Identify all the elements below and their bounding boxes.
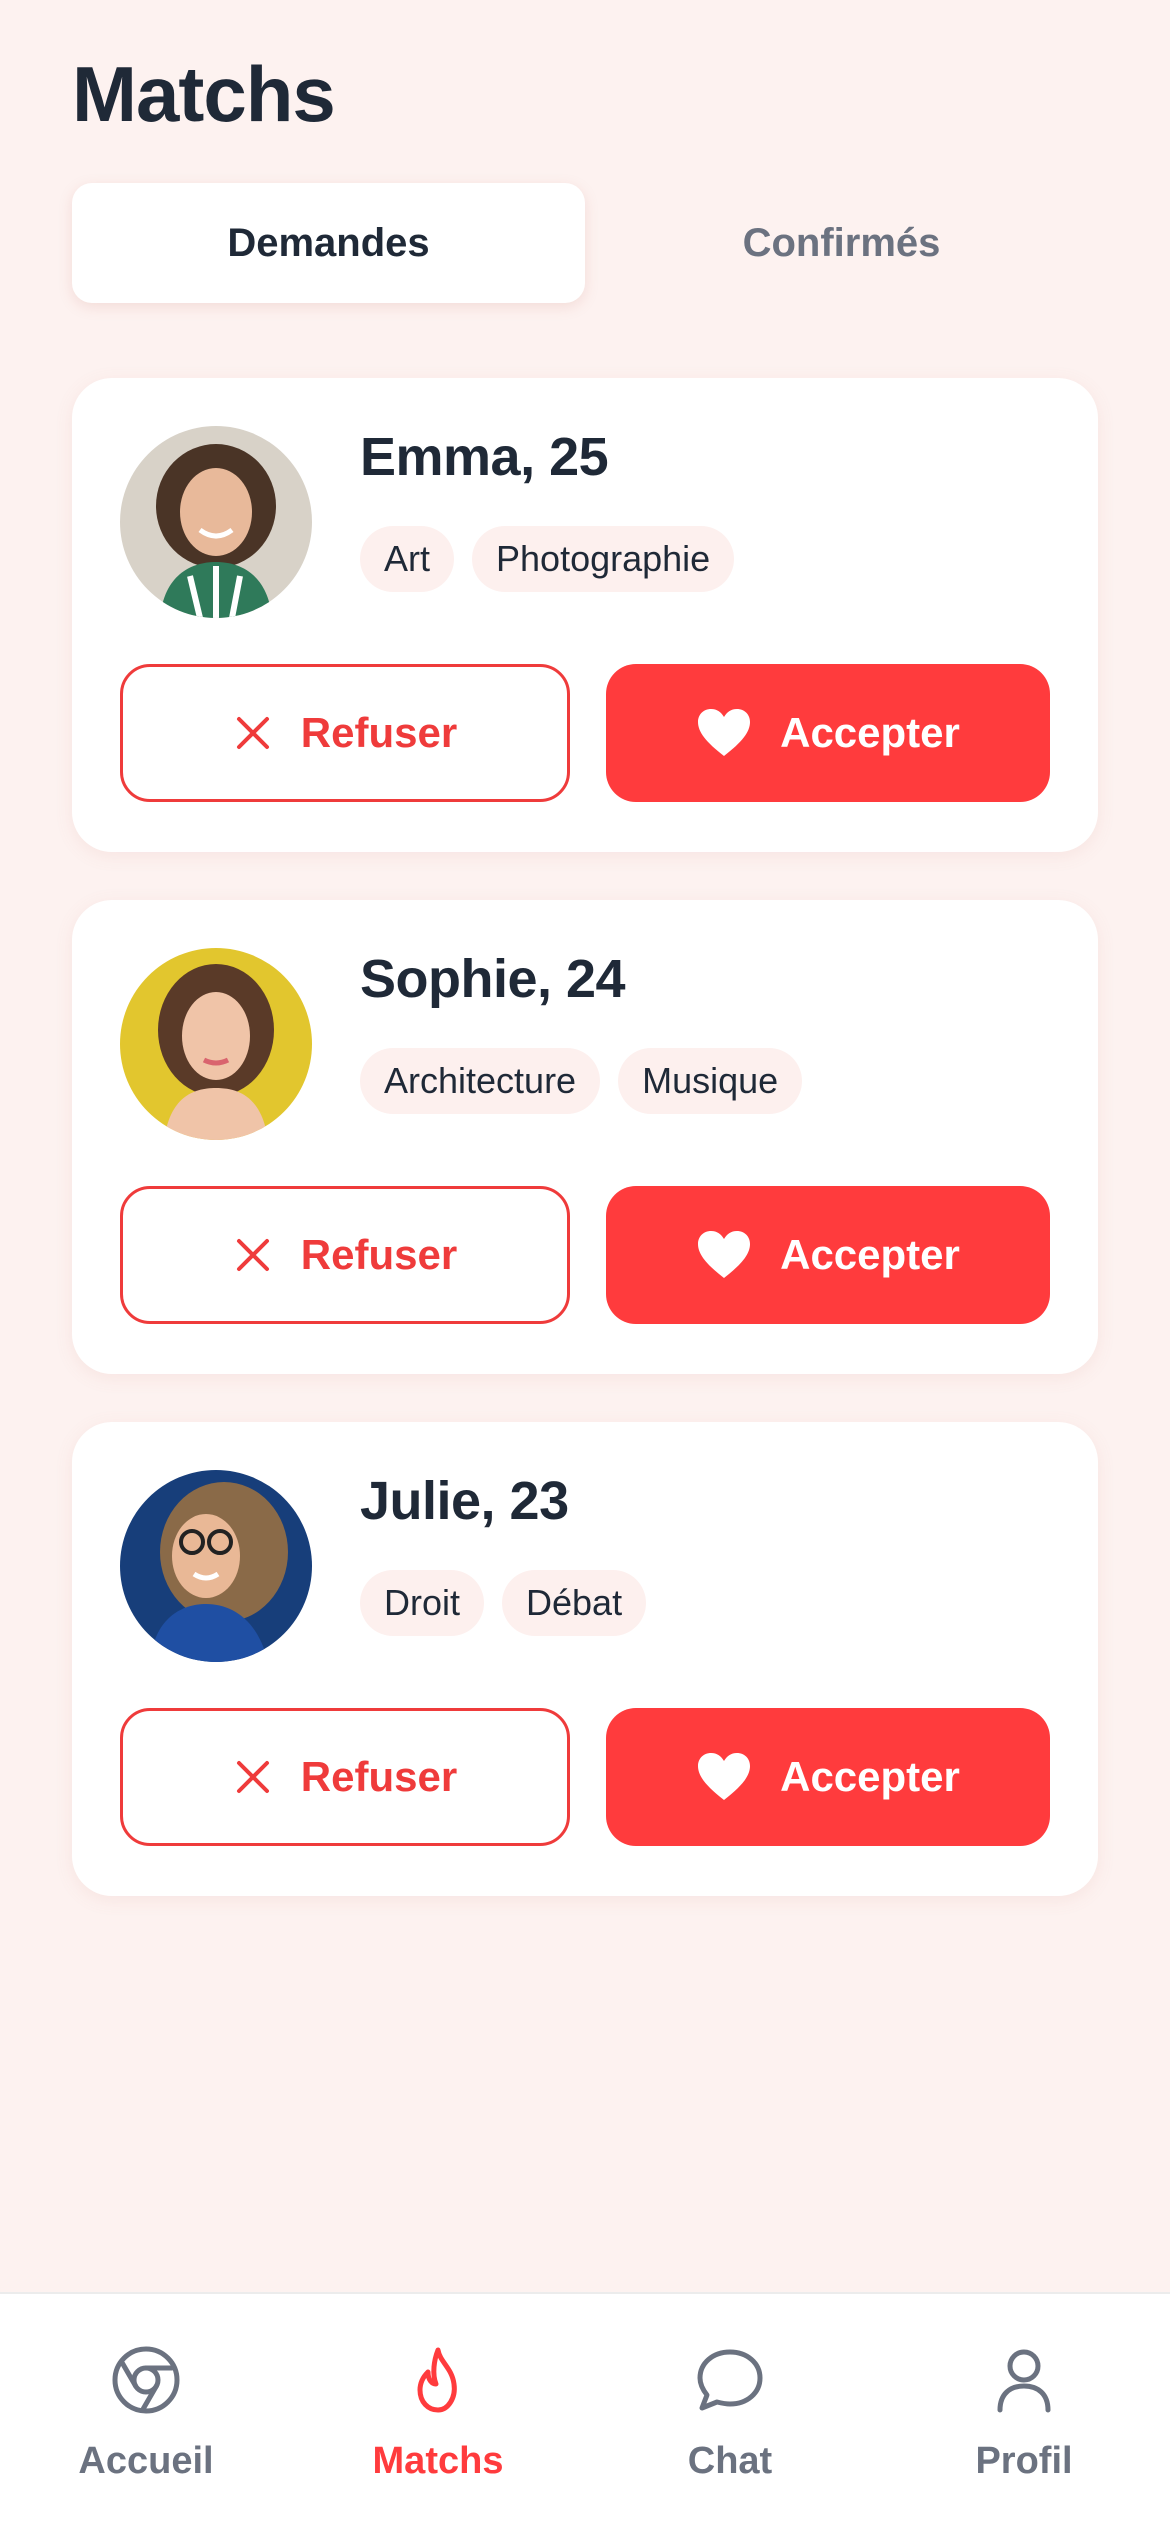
nav-item-accueil[interactable]: Accueil	[16, 2344, 276, 2483]
refuse-label: Refuser	[300, 1753, 458, 1800]
close-icon	[233, 1235, 273, 1275]
interest-tag: Droit	[360, 1570, 485, 1636]
interest-tag: Musique	[618, 1048, 803, 1114]
interest-tag: Débat	[502, 1570, 647, 1636]
refuse-label: Refuser	[300, 709, 458, 756]
interest-tags: Art Photographie	[360, 526, 735, 592]
page-title: Matchs	[72, 50, 336, 138]
nav-label: Profil	[975, 2440, 1073, 2482]
nav-item-matchs[interactable]: Matchs	[308, 2344, 568, 2483]
interest-tag: Architecture	[360, 1048, 601, 1114]
person-name: Emma, 25	[360, 427, 609, 487]
avatar[interactable]	[120, 426, 312, 618]
match-request-card: Emma, 25 Art Photographie Refuser Accept…	[72, 378, 1098, 852]
heart-icon	[696, 1752, 752, 1802]
refuse-button[interactable]: Refuser	[120, 664, 570, 802]
nav-item-profil[interactable]: Profil	[894, 2344, 1154, 2483]
close-icon	[233, 713, 273, 753]
home-icon	[110, 2344, 182, 2426]
person-name: Julie, 23	[360, 1471, 569, 1531]
interest-tags: Droit Débat	[360, 1570, 647, 1636]
close-icon	[233, 1757, 273, 1797]
interest-tags: Architecture Musique	[360, 1048, 803, 1114]
heart-icon	[696, 1230, 752, 1280]
heart-icon	[696, 708, 752, 758]
nav-label: Chat	[687, 2440, 773, 2482]
accept-label: Accepter	[780, 1231, 960, 1278]
flame-icon	[402, 2344, 474, 2426]
accept-button[interactable]: Accepter	[606, 1186, 1050, 1324]
refuse-button[interactable]: Refuser	[120, 1708, 570, 1846]
avatar[interactable]	[120, 948, 312, 1140]
refuse-label: Refuser	[300, 1231, 458, 1278]
tab-confirmes[interactable]: Confirmés	[585, 183, 1098, 303]
tab-demandes[interactable]: Demandes	[72, 183, 585, 303]
avatar[interactable]	[120, 1470, 312, 1662]
nav-label: Matchs	[372, 2440, 504, 2482]
interest-tag: Photographie	[472, 526, 735, 592]
person-name: Sophie, 24	[360, 949, 626, 1009]
match-request-card: Julie, 23 Droit Débat Refuser Accepter	[72, 1422, 1098, 1896]
interest-tag: Art	[360, 526, 455, 592]
chat-icon	[694, 2344, 766, 2426]
accept-button[interactable]: Accepter	[606, 664, 1050, 802]
refuse-button[interactable]: Refuser	[120, 1186, 570, 1324]
bottom-nav: Accueil Matchs Chat Profil	[0, 2292, 1170, 2534]
accept-label: Accepter	[780, 709, 960, 756]
match-request-card: Sophie, 24 Architecture Musique Refuser …	[72, 900, 1098, 1374]
nav-label: Accueil	[78, 2440, 214, 2482]
accept-button[interactable]: Accepter	[606, 1708, 1050, 1846]
segmented-tabs: Demandes Confirmés	[72, 183, 1098, 303]
accept-label: Accepter	[780, 1753, 960, 1800]
profile-icon	[988, 2344, 1060, 2426]
nav-item-chat[interactable]: Chat	[600, 2344, 860, 2483]
